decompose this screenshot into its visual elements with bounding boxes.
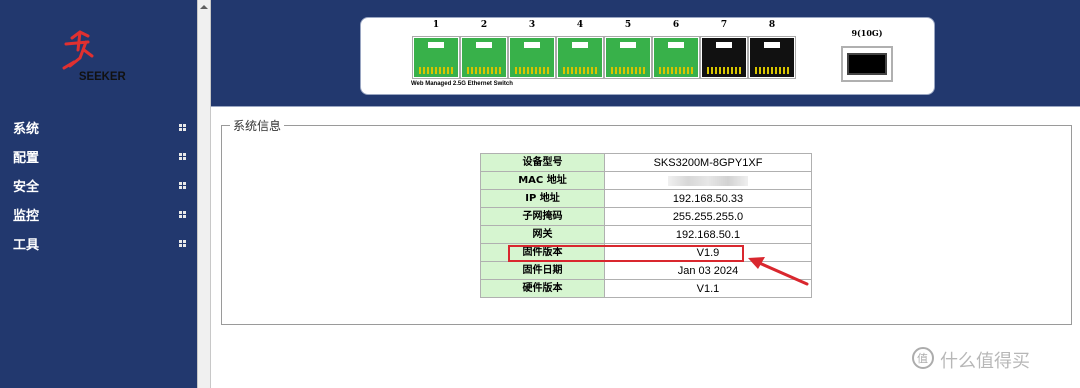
row-key: 硬件版本 — [480, 279, 605, 298]
port-4[interactable]: 4 — [556, 20, 604, 80]
watermark-text: 什么值得买 — [940, 351, 1030, 372]
watermark-logo-icon — [912, 347, 934, 369]
row-value: 192.168.50.1 — [604, 225, 812, 244]
table-row: 子网掩码 255.255.255.0 — [480, 207, 812, 226]
firmware-highlight-box — [508, 245, 744, 262]
port-3[interactable]: 3 — [508, 20, 556, 80]
row-key: 固件日期 — [480, 261, 605, 280]
row-value-mac — [604, 171, 812, 190]
port-9-sfp[interactable]: 9(10G) — [838, 28, 896, 86]
row-key: 子网掩码 — [480, 207, 605, 226]
sidebar-item-config[interactable]: 配置 — [0, 145, 197, 169]
port-5[interactable]: 5 — [604, 20, 652, 80]
port-number: 5 — [624, 20, 632, 30]
expand-icon — [179, 153, 186, 160]
port-number: 4 — [576, 20, 584, 30]
rj45-port-icon — [700, 36, 748, 79]
annotation-arrow-icon — [748, 257, 809, 286]
row-key: IP 地址 — [480, 189, 605, 208]
table-row: 设备型号 SKS3200M-8GPY1XF — [480, 153, 812, 172]
expand-icon — [179, 182, 186, 189]
row-key: 设备型号 — [480, 153, 605, 172]
svg-text:SEEKER: SEEKER — [79, 70, 126, 83]
redacted-mac-address — [668, 175, 748, 186]
port-number: 1 — [432, 20, 440, 30]
table-row: MAC 地址 — [480, 171, 812, 190]
port-number: 3 — [528, 20, 536, 30]
port-7[interactable]: 7 — [700, 20, 748, 80]
port-number: 6 — [672, 20, 680, 30]
seeker-logo-mark: SEEKER — [62, 30, 126, 83]
system-info-legend: 系统信息 — [230, 117, 285, 134]
port-number: 2 — [480, 20, 488, 30]
port-number: 8 — [768, 20, 776, 30]
row-key: MAC 地址 — [480, 171, 605, 190]
expand-icon — [179, 240, 186, 247]
sidebar: SEEKER 系统 配置 安全 监控 工具 — [0, 0, 197, 388]
port-number: 7 — [720, 20, 728, 30]
table-row: IP 地址 192.168.50.33 — [480, 189, 812, 208]
sfp-port-label: 9(10G) — [851, 28, 883, 38]
sidebar-item-security[interactable]: 安全 — [0, 174, 197, 198]
rj45-port-icon — [508, 36, 556, 79]
expand-icon — [179, 124, 186, 131]
sidebar-item-label: 系统 — [13, 122, 40, 137]
row-value: 255.255.255.0 — [604, 207, 812, 226]
sidebar-item-label: 工具 — [13, 238, 40, 253]
port-1[interactable]: 1 — [412, 20, 460, 80]
seeker-logo: SEEKER — [58, 28, 142, 86]
port-2[interactable]: 2 — [460, 20, 508, 80]
sfp-port-icon — [841, 46, 893, 82]
port-8[interactable]: 8 — [748, 20, 796, 80]
row-value: 192.168.50.33 — [604, 189, 812, 208]
rj45-port-icon — [748, 36, 796, 79]
sidebar-item-label: 配置 — [13, 151, 40, 166]
expand-icon — [179, 211, 186, 218]
sidebar-item-system[interactable]: 系统 — [0, 116, 197, 140]
table-row: 网关 192.168.50.1 — [480, 225, 812, 244]
rj45-port-icon — [604, 36, 652, 79]
rj45-port-icon — [460, 36, 508, 79]
scroll-up-arrow-icon[interactable] — [198, 0, 210, 14]
header-divider — [211, 106, 1080, 107]
rj45-port-icon — [556, 36, 604, 79]
row-key: 网关 — [480, 225, 605, 244]
frame-scrollbar[interactable] — [197, 0, 211, 388]
rj45-port-icon — [412, 36, 460, 79]
rj45-port-icon — [652, 36, 700, 79]
port-6[interactable]: 6 — [652, 20, 700, 80]
row-value: SKS3200M-8GPY1XF — [604, 153, 812, 172]
sidebar-item-label: 监控 — [13, 209, 40, 224]
sidebar-item-tools[interactable]: 工具 — [0, 232, 197, 256]
sidebar-item-monitor[interactable]: 监控 — [0, 203, 197, 227]
switch-web-ui: SEEKER 系统 配置 安全 监控 工具 1 2 3 4 5 6 7 8 We… — [0, 0, 1080, 388]
switch-caption: Web Managed 2.5G Ethernet Switch — [411, 81, 513, 87]
sidebar-item-label: 安全 — [13, 180, 40, 195]
